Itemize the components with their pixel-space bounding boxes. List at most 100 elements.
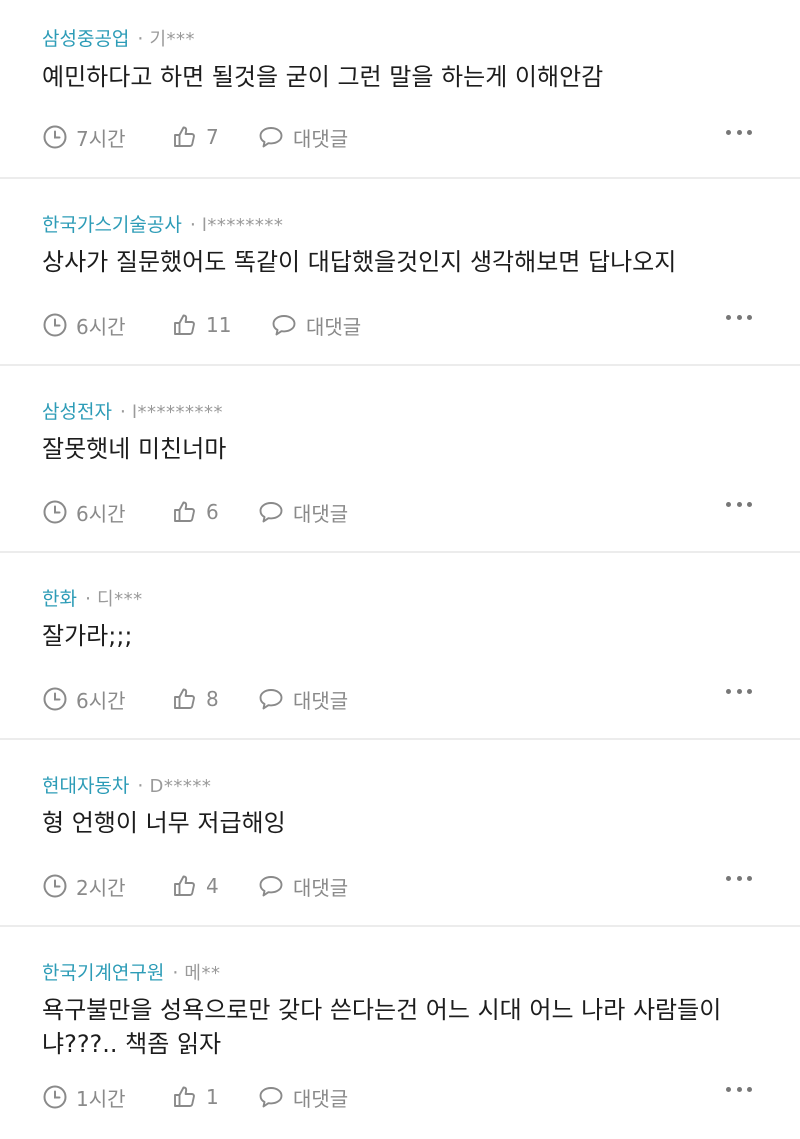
meta-separator: · (172, 962, 179, 984)
comment-time: 2시간 (42, 872, 172, 901)
meta-separator: · (137, 28, 144, 50)
clock-icon (43, 500, 67, 524)
clock-icon (43, 1085, 67, 1109)
meta-separator: · (137, 775, 144, 797)
comment-actions: 1시간 1 대댓글 (42, 1083, 348, 1111)
comment-text: 잘가라;;; (42, 622, 133, 650)
speech-bubble-icon (259, 502, 283, 523)
comment-item: 삼성중공업 · 기*** 예민하다고 하면 될것을 굳이 그런 말을 하는게 이해안… (0, 0, 800, 179)
reply-label: 대댓글 (293, 688, 349, 713)
more-horizontal-icon (726, 314, 731, 320)
like-button[interactable]: 1 (172, 1084, 257, 1110)
reply-label: 대댓글 (306, 314, 362, 339)
like-count: 6 (206, 500, 219, 524)
thumbs-up-icon (174, 126, 195, 147)
reply-button[interactable]: 대댓글 (270, 311, 361, 340)
clock-icon (43, 687, 67, 711)
speech-bubble-icon (259, 689, 283, 710)
reply-button[interactable]: 대댓글 (257, 498, 348, 527)
comment-time: 7시간 (42, 123, 172, 152)
comment-actions: 2시간 4 대댓글 (42, 872, 348, 900)
speech-bubble-icon (259, 127, 283, 148)
comment-text: 예민하다고 하면 될것을 굳이 그런 말을 하는게 이해안감 (42, 63, 604, 91)
company-name[interactable]: 삼성중공업 (42, 28, 129, 50)
speech-bubble-icon (259, 1087, 283, 1108)
comment-item: 삼성전자 · l********* 잘못햇네 미친너마 6시간 6 대댓글 (0, 366, 800, 553)
more-options-button[interactable] (726, 313, 752, 321)
reply-label: 대댓글 (293, 501, 349, 526)
author-name: 디*** (97, 589, 143, 610)
like-count: 11 (206, 313, 232, 337)
thumbs-up-icon (174, 688, 195, 709)
reply-label: 대댓글 (293, 875, 349, 900)
like-button[interactable]: 6 (172, 499, 257, 525)
clock-icon (43, 125, 67, 149)
reply-button[interactable]: 대댓글 (257, 1083, 348, 1112)
meta-separator: · (189, 214, 196, 236)
comment-item: 한국기계연구원 · 메** 욕구불만을 성욕으로만 갖다 쓴다는건 어느 시대 어느… (0, 927, 800, 1139)
comment-item: 현대자동차 · D***** 형 언행이 너무 저급해잉 2시간 4 대댓글 (0, 740, 800, 927)
more-horizontal-icon (726, 688, 731, 694)
meta-separator: · (119, 401, 126, 423)
comment-time: 6시간 (42, 685, 172, 714)
more-horizontal-icon (726, 1086, 731, 1092)
more-horizontal-icon (726, 129, 731, 135)
thumbs-up-icon (174, 1086, 195, 1107)
comment-time: 1시간 (42, 1083, 172, 1112)
comment-actions: 6시간 8 대댓글 (42, 685, 348, 713)
company-name[interactable]: 현대자동차 (42, 775, 129, 797)
thumbs-up-icon (174, 875, 195, 896)
comment-text: 욕구불만을 성욕으로만 갖다 쓴다는건 어느 시대 어느 나라 사람들이냐???… (42, 996, 722, 1058)
like-count: 4 (206, 874, 219, 898)
more-options-button[interactable] (726, 687, 752, 695)
speech-bubble-icon (259, 876, 283, 897)
thumbs-up-icon (174, 314, 195, 335)
comment-meta: 한국기계연구원 · 메** (42, 961, 220, 986)
time-label: 6시간 (76, 314, 126, 339)
comment-actions: 7시간 7 대댓글 (42, 123, 348, 151)
reply-label: 대댓글 (293, 1086, 349, 1111)
comment-meta: 삼성중공업 · 기*** (42, 27, 195, 52)
more-horizontal-icon (726, 501, 731, 507)
more-options-button[interactable] (726, 874, 752, 882)
clock-icon (43, 874, 67, 898)
reply-button[interactable]: 대댓글 (257, 123, 348, 152)
comment-time: 6시간 (42, 311, 172, 340)
company-name[interactable]: 삼성전자 (42, 401, 112, 423)
company-name[interactable]: 한화 (42, 588, 77, 610)
comment-actions: 6시간 11 대댓글 (42, 311, 361, 339)
comment-time: 6시간 (42, 498, 172, 527)
like-button[interactable]: 4 (172, 873, 257, 899)
time-label: 2시간 (76, 875, 126, 900)
more-options-button[interactable] (726, 1085, 752, 1093)
like-button[interactable]: 7 (172, 124, 257, 150)
like-button[interactable]: 11 (172, 312, 270, 338)
comment-text: 상사가 질문했어도 똑같이 대답했을것인지 생각해보면 답나오지 (42, 248, 677, 276)
time-label: 1시간 (76, 1086, 126, 1111)
time-label: 7시간 (76, 126, 126, 151)
more-options-button[interactable] (726, 128, 752, 136)
author-name: 기*** (149, 29, 196, 50)
author-name: l********* (131, 402, 223, 423)
reply-button[interactable]: 대댓글 (257, 872, 348, 901)
comment-meta: 삼성전자 · l********* (42, 400, 223, 425)
comment-text: 형 언행이 너무 저급해잉 (42, 809, 286, 837)
time-label: 6시간 (76, 501, 126, 526)
clock-icon (43, 313, 67, 337)
like-count: 1 (206, 1085, 219, 1109)
comment-meta: 현대자동차 · D***** (42, 774, 211, 799)
like-button[interactable]: 8 (172, 686, 257, 712)
company-name[interactable]: 한국기계연구원 (42, 962, 164, 984)
comment-meta: 한국가스기술공사 · l******** (42, 213, 283, 238)
company-name[interactable]: 한국가스기술공사 (42, 214, 182, 236)
comment-actions: 6시간 6 대댓글 (42, 498, 348, 526)
more-options-button[interactable] (726, 500, 752, 508)
comment-item: 한화 · 디*** 잘가라;;; 6시간 8 대댓글 (0, 553, 800, 740)
comment-meta: 한화 · 디*** (42, 587, 143, 612)
thumbs-up-icon (174, 501, 195, 522)
comment-text: 잘못햇네 미친너마 (42, 435, 227, 463)
author-name: l******** (201, 215, 284, 236)
reply-button[interactable]: 대댓글 (257, 685, 348, 714)
author-name: 메** (184, 963, 221, 984)
time-label: 6시간 (76, 688, 126, 713)
